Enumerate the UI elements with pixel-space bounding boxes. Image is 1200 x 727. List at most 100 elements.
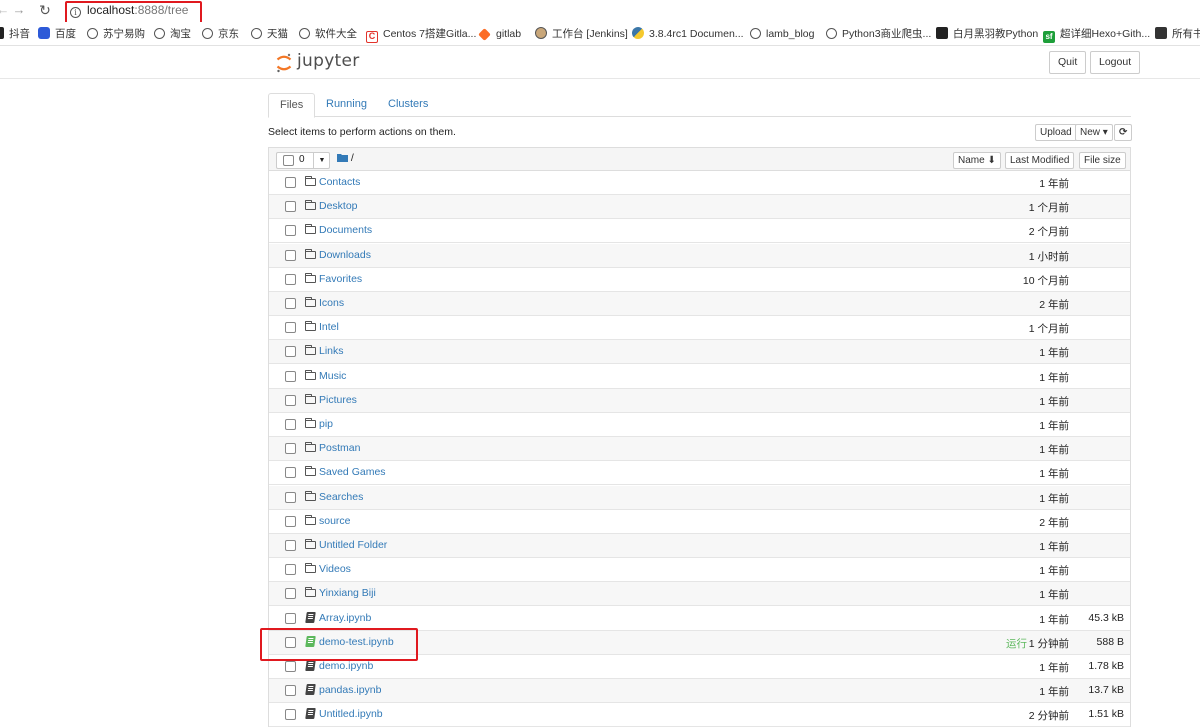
file-row[interactable]: demo-test.ipynb 运行 1 分钟前 588 B <box>269 630 1130 655</box>
file-name-link[interactable]: Desktop <box>319 200 358 212</box>
bookmark-item[interactable]: 抖音 <box>0 26 30 42</box>
row-checkbox[interactable] <box>285 661 296 672</box>
row-checkbox[interactable] <box>285 612 296 624</box>
file-row[interactable]: Downloads 1 小时前 <box>269 243 1130 268</box>
bookmark-item[interactable]: lamb_blog <box>750 26 814 42</box>
file-row[interactable]: source 2 年前 <box>269 510 1130 534</box>
bookmark-item[interactable]: Python3商业爬虫... <box>826 26 931 42</box>
row-checkbox[interactable] <box>285 201 296 213</box>
row-checkbox[interactable] <box>285 636 296 648</box>
row-checkbox[interactable] <box>285 588 296 600</box>
row-checkbox[interactable] <box>285 273 296 285</box>
file-name-link[interactable]: Untitled Folder <box>319 539 387 551</box>
file-name-link[interactable]: Contacts <box>319 176 360 188</box>
file-row[interactable]: Music 1 年前 <box>269 365 1130 389</box>
file-row[interactable]: pandas.ipynb 1 年前 13.7 kB <box>269 679 1130 704</box>
select-all-group[interactable]: 0 ▼ <box>276 152 330 169</box>
file-row[interactable]: Searches 1 年前 <box>269 485 1130 510</box>
select-all-checkbox[interactable] <box>283 155 294 166</box>
file-name-link[interactable]: demo.ipynb <box>319 660 373 672</box>
file-row[interactable]: Untitled Folder 1 年前 <box>269 534 1130 558</box>
file-row[interactable]: pip 1 年前 <box>269 413 1130 437</box>
file-name-link[interactable]: pandas.ipynb <box>319 684 381 696</box>
file-name-link[interactable]: Postman <box>319 442 360 454</box>
file-name-link[interactable]: Array.ipynb <box>319 612 371 624</box>
file-row[interactable]: demo.ipynb 1 年前 1.78 kB <box>269 655 1130 679</box>
bookmark-item[interactable]: 白月黑羽教Python <box>936 26 1038 42</box>
bookmark-item[interactable]: 3.8.4rc1 Documen... <box>632 26 744 42</box>
row-checkbox[interactable] <box>285 370 296 382</box>
file-name-link[interactable]: Links <box>319 345 344 357</box>
file-name-link[interactable]: Downloads <box>319 249 371 261</box>
row-checkbox[interactable] <box>285 322 296 334</box>
row-checkbox[interactable] <box>285 564 296 576</box>
row-checkbox[interactable] <box>285 419 296 430</box>
address-bar[interactable]: i localhost:8888/tree <box>67 0 197 22</box>
row-checkbox[interactable] <box>285 298 296 309</box>
forward-icon[interactable]: → <box>10 1 28 19</box>
file-row[interactable]: Desktop 1 个月前 <box>269 195 1130 220</box>
info-icon[interactable]: i <box>70 7 81 18</box>
breadcrumb[interactable]: / <box>337 152 354 164</box>
file-name-link[interactable]: Music <box>319 370 346 382</box>
row-checkbox[interactable] <box>285 540 296 551</box>
select-caret-icon[interactable]: ▼ <box>313 153 330 168</box>
sort-modified-button[interactable]: Last Modified <box>1005 152 1075 169</box>
file-name-link[interactable]: Pictures <box>319 394 357 406</box>
new-dropdown-button[interactable]: New ▾ <box>1075 124 1113 141</box>
row-checkbox[interactable] <box>285 249 296 261</box>
file-row[interactable]: Array.ipynb 1 年前 45.3 kB <box>269 607 1130 631</box>
file-row[interactable]: Untitled.ipynb 2 分钟前 1.51 kB <box>269 703 1130 727</box>
file-name-link[interactable]: Yinxiang Biji <box>319 587 376 599</box>
bookmark-item[interactable]: 苏宁易购 <box>87 26 145 42</box>
file-name-link[interactable]: Videos <box>319 563 351 575</box>
file-name-link[interactable]: pip <box>319 418 333 430</box>
row-checkbox[interactable] <box>285 467 296 479</box>
sort-name-button[interactable]: Name ⬇ <box>953 152 1001 169</box>
file-name-link[interactable]: Intel <box>319 321 339 333</box>
bookmark-item[interactable]: 工作台 [Jenkins] <box>535 26 628 42</box>
row-checkbox[interactable] <box>285 225 296 237</box>
file-row[interactable]: Saved Games 1 年前 <box>269 461 1130 486</box>
sort-size-button[interactable]: File size <box>1079 152 1126 169</box>
file-name-link[interactable]: demo-test.ipynb <box>319 636 394 648</box>
file-row[interactable]: Links 1 年前 <box>269 340 1130 365</box>
bookmark-item[interactable]: sf 超详细Hexo+Gith... <box>1043 26 1150 43</box>
row-checkbox[interactable] <box>285 177 296 188</box>
upload-button[interactable]: Upload <box>1035 124 1077 141</box>
bookmark-item[interactable]: 京东 <box>202 26 239 42</box>
file-row[interactable]: Intel 1 个月前 <box>269 316 1130 341</box>
bookmark-item[interactable]: C Centos 7搭建Gitla... <box>366 26 476 43</box>
file-name-link[interactable]: Saved Games <box>319 466 386 478</box>
file-row[interactable]: Documents 2 个月前 <box>269 219 1130 244</box>
row-checkbox[interactable] <box>285 515 296 527</box>
file-row[interactable]: Pictures 1 年前 <box>269 388 1130 413</box>
file-name-link[interactable]: Icons <box>319 297 344 309</box>
file-name-link[interactable]: Favorites <box>319 273 362 285</box>
bookmark-item[interactable]: 天猫 <box>251 26 288 42</box>
file-row[interactable]: Favorites 10 个月前 <box>269 268 1130 292</box>
file-name-link[interactable]: Searches <box>319 491 363 503</box>
tab-clusters[interactable]: Clusters <box>377 93 439 117</box>
tab-running[interactable]: Running <box>315 93 378 117</box>
file-row[interactable]: Contacts 1 年前 <box>269 171 1130 195</box>
bookmark-item[interactable]: 所有书 <box>1155 26 1200 42</box>
refresh-button[interactable]: ⟳ <box>1114 124 1133 141</box>
logout-button[interactable]: Logout <box>1090 51 1141 74</box>
file-name-link[interactable]: Untitled.ipynb <box>319 708 383 720</box>
file-row[interactable]: Yinxiang Biji 1 年前 <box>269 582 1130 607</box>
file-name-link[interactable]: Documents <box>319 224 372 236</box>
tab-files[interactable]: Files <box>268 93 316 118</box>
bookmark-item[interactable]: 软件大全 <box>299 26 357 42</box>
file-row[interactable]: Videos 1 年前 <box>269 558 1130 583</box>
file-row[interactable]: Postman 1 年前 <box>269 437 1130 462</box>
row-checkbox[interactable] <box>285 685 296 697</box>
row-checkbox[interactable] <box>285 443 296 455</box>
row-checkbox[interactable] <box>285 346 296 358</box>
quit-button[interactable]: Quit <box>1049 51 1087 74</box>
bookmark-item[interactable]: 淘宝 <box>154 26 191 42</box>
row-checkbox[interactable] <box>285 394 296 406</box>
file-name-link[interactable]: source <box>319 515 351 527</box>
reload-icon[interactable]: ↻ <box>36 1 54 19</box>
bookmark-item[interactable]: 百度 <box>38 26 76 42</box>
